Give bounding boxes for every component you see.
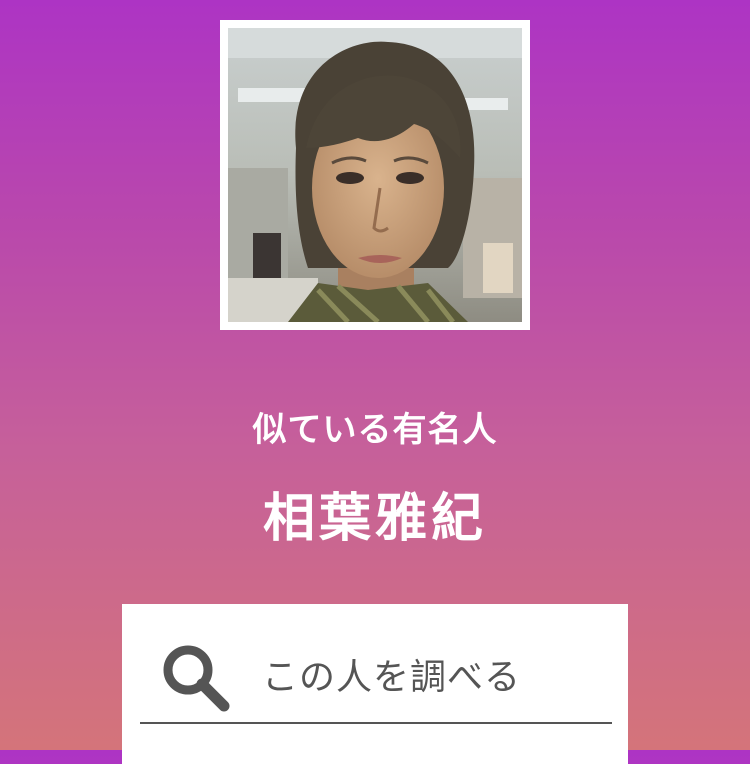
- profile-photo-frame: [220, 20, 530, 330]
- search-icon: [163, 645, 230, 712]
- similar-celebrity-heading: 似ている有名人: [252, 410, 498, 450]
- celebrity-name: 相葉雅紀: [262, 489, 487, 549]
- search-person-label: この人を調べる: [262, 657, 522, 698]
- portrait-photo: [228, 28, 522, 322]
- search-underline: [140, 722, 612, 724]
- search-person-button[interactable]: この人を調べる: [122, 604, 628, 764]
